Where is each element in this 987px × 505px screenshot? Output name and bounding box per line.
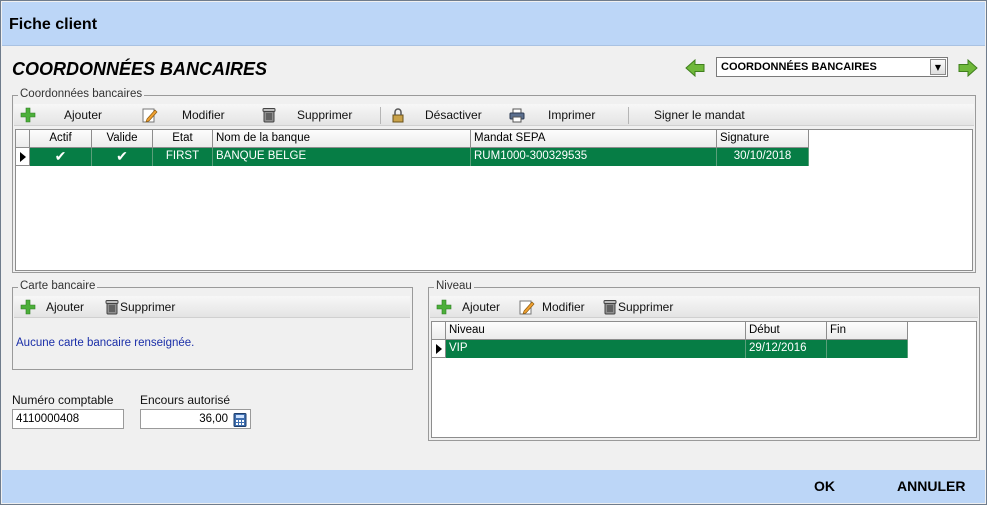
table-cell-level[interactable]: VIP <box>446 340 746 358</box>
plus-icon <box>20 107 36 123</box>
trash-icon <box>262 108 276 123</box>
printer-icon <box>509 108 525 123</box>
deactivate-bank-button[interactable]: Désactiver <box>425 107 482 123</box>
table-cell-end[interactable] <box>827 340 908 358</box>
column-header[interactable]: Mandat SEPA <box>471 130 717 148</box>
level-grid: Niveau Début Fin VIP 29/12/2016 <box>431 321 977 438</box>
edit-bank-button[interactable]: Modifier <box>182 107 225 123</box>
account-number-label: Numéro comptable <box>12 393 114 407</box>
table-cell-start[interactable]: 29/12/2016 <box>746 340 827 358</box>
section-selector-value: COORDONNÉES BANCAIRES <box>721 61 877 73</box>
column-header[interactable]: Fin <box>827 322 908 340</box>
delete-card-button[interactable]: Supprimer <box>120 299 175 315</box>
title-bar: Fiche client <box>2 2 985 46</box>
add-card-button[interactable]: Ajouter <box>46 299 84 315</box>
credit-limit-label: Encours autorisé <box>140 393 231 407</box>
add-bank-button[interactable]: Ajouter <box>64 107 102 123</box>
table-cell-sepa-mandate[interactable]: RUM1000-300329535 <box>471 148 717 166</box>
delete-bank-button[interactable]: Supprimer <box>297 107 352 123</box>
column-header[interactable]: Début <box>746 322 827 340</box>
client-window: Fiche client COORDONNÉES BANCAIRES COORD… <box>0 0 987 505</box>
ok-button[interactable]: OK <box>814 478 835 494</box>
level-toolbar: Ajouter Modifier Supprimer <box>430 296 978 318</box>
empty-card-message: Aucune carte bancaire renseignée. <box>16 337 195 349</box>
trash-icon <box>603 300 617 315</box>
grid-corner <box>16 130 30 148</box>
edit-icon <box>519 300 535 315</box>
level-group: Niveau Ajouter Modifier Supprimer Niveau… <box>428 280 980 441</box>
card-group-label: Carte bancaire <box>18 280 98 292</box>
column-header[interactable]: Nom de la banque <box>213 130 471 148</box>
table-cell-etat[interactable]: FIRST <box>153 148 213 166</box>
sign-mandate-button[interactable]: Signer le mandat <box>654 107 745 123</box>
grid-corner <box>432 322 446 340</box>
card-toolbar: Ajouter Supprimer <box>14 296 410 318</box>
edit-level-button[interactable]: Modifier <box>542 299 585 315</box>
column-header[interactable]: Signature <box>717 130 809 148</box>
cancel-button[interactable]: ANNULER <box>897 478 965 494</box>
account-number-input[interactable]: 4110000408 <box>12 409 124 429</box>
column-header[interactable]: Valide <box>92 130 153 148</box>
footer-bar: OK ANNULER <box>2 470 985 503</box>
column-header[interactable]: Etat <box>153 130 213 148</box>
add-level-button[interactable]: Ajouter <box>462 299 500 315</box>
bank-details-group: Coordonnées bancaires Ajouter Modifier S… <box>12 88 976 273</box>
previous-arrow-icon[interactable] <box>685 59 705 77</box>
column-header[interactable]: Niveau <box>446 322 746 340</box>
column-header[interactable]: Actif <box>30 130 92 148</box>
card-group: Carte bancaire Ajouter Supprimer Aucune … <box>12 280 413 370</box>
section-selector[interactable]: COORDONNÉES BANCAIRES ▼ <box>716 57 948 77</box>
window-title: Fiche client <box>9 16 98 33</box>
chevron-down-icon[interactable]: ▼ <box>930 59 946 75</box>
table-cell-actif[interactable]: ✔ <box>30 148 92 166</box>
delete-level-button[interactable]: Supprimer <box>618 299 673 315</box>
toolbar-separator <box>628 107 629 124</box>
trash-icon <box>105 300 119 315</box>
row-selector[interactable] <box>432 340 446 358</box>
level-group-label: Niveau <box>434 280 474 292</box>
edit-icon <box>142 108 158 123</box>
plus-icon <box>20 299 36 315</box>
print-button[interactable]: Imprimer <box>548 107 595 123</box>
bank-details-toolbar: Ajouter Modifier Supprimer Désactiver Im… <box>14 104 974 126</box>
deactivate-icon <box>392 108 404 123</box>
table-cell-bank-name[interactable]: BANQUE BELGE <box>213 148 471 166</box>
plus-icon <box>436 299 452 315</box>
table-cell-signature[interactable]: 30/10/2018 <box>717 148 809 166</box>
next-arrow-icon[interactable] <box>958 59 978 77</box>
bank-details-grid: Actif Valide Etat Nom de la banque Manda… <box>15 129 973 271</box>
section-title: COORDONNÉES BANCAIRES <box>12 59 268 79</box>
toolbar-separator <box>380 107 381 124</box>
calculator-icon[interactable] <box>233 413 247 427</box>
table-cell-valide[interactable]: ✔ <box>92 148 153 166</box>
bank-details-label: Coordonnées bancaires <box>18 88 145 100</box>
row-selector[interactable] <box>16 148 30 166</box>
